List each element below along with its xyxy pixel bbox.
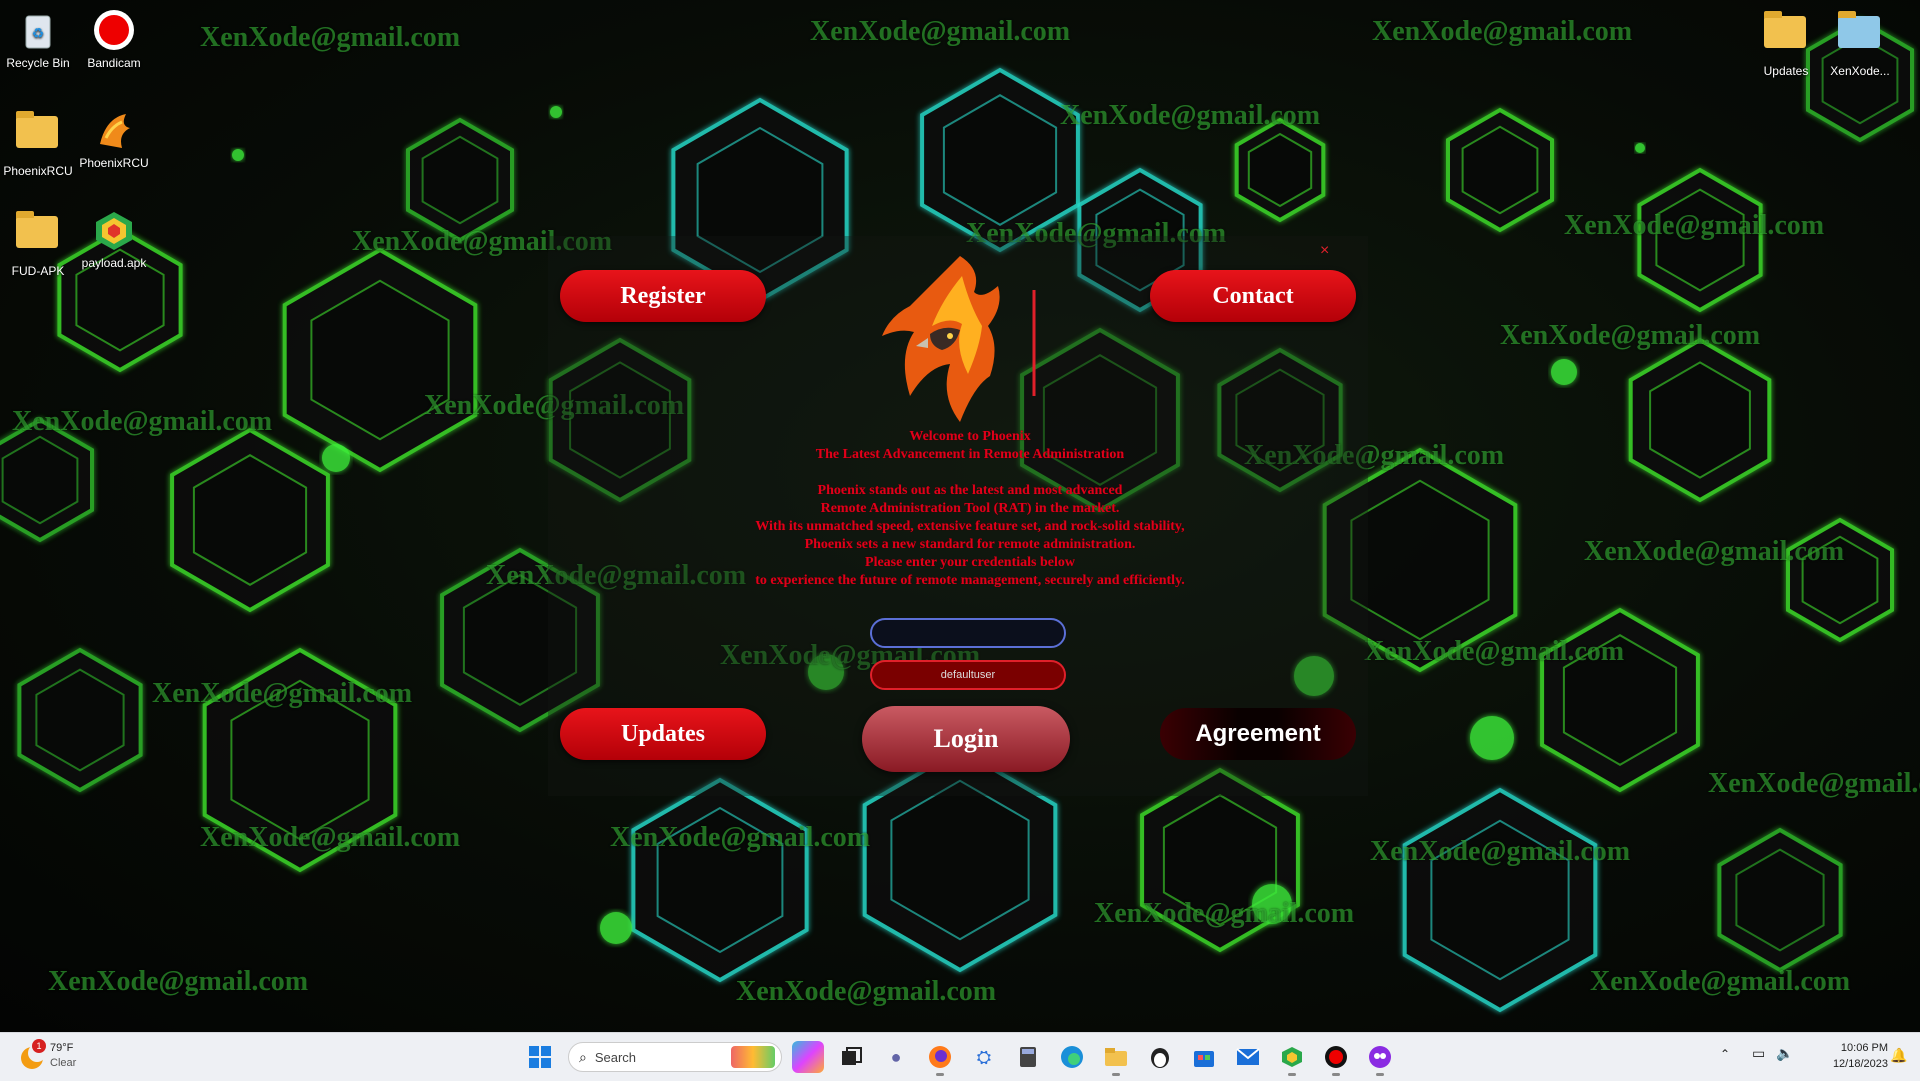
welcome-text: Welcome to Phoenix The Latest Advancemen… <box>690 428 1250 590</box>
show-hidden-icons-chevron-up-icon[interactable]: ⌃ <box>1720 1047 1730 1061</box>
desktop-icon-xenxode-folder[interactable]: XenXode... <box>1822 8 1898 78</box>
search-highlight-icon <box>731 1046 775 1068</box>
clock-date: 12/18/2023 <box>1832 1058 1888 1070</box>
phoenix-icon <box>92 108 136 152</box>
task-view-icon[interactable] <box>836 1041 868 1073</box>
file-explorer-icon[interactable] <box>1100 1041 1132 1076</box>
updates-button[interactable]: Updates <box>560 708 766 760</box>
weather-badge: 1 <box>32 1039 46 1053</box>
penguin-app-icon[interactable] <box>1144 1041 1176 1073</box>
start-button[interactable] <box>524 1041 556 1073</box>
desktop-icon-fud-apk-folder[interactable]: FUD-APK <box>0 208 76 278</box>
bandicam-taskbar-icon[interactable] <box>1320 1041 1352 1076</box>
copilot-icon[interactable] <box>792 1041 824 1073</box>
decorative-orb <box>232 149 244 161</box>
recycle-bin-icon: ♻ <box>16 8 60 52</box>
decorative-orb <box>1635 143 1645 153</box>
bluestacks-icon <box>92 208 136 252</box>
welcome-line: The Latest Advancement in Remote Adminis… <box>815 447 1125 462</box>
taskbar-search[interactable]: ⌕ Search <box>568 1042 782 1072</box>
volume-icon[interactable]: 🔈 <box>1776 1045 1793 1062</box>
desktop-icon-payload-apk[interactable]: payload.apk <box>76 208 152 270</box>
network-icon[interactable]: ▭ <box>1752 1045 1765 1062</box>
edge-icon[interactable] <box>1056 1041 1088 1073</box>
taskbar: 1 79°F Clear ⌕ Search ● ⛭ ⌃ ▭ 🔈 10:06 PM… <box>0 1032 1920 1081</box>
watermark-text: XenXode@gmail.com <box>1372 16 1633 47</box>
pinned-app-icon[interactable]: ⛭ <box>968 1041 1000 1073</box>
watermark-text: XenXode@gmail.com <box>1370 836 1631 867</box>
desktop-icon-phoenixrcu-app[interactable]: PhoenixRCU <box>76 108 152 170</box>
svg-text:♻: ♻ <box>32 25 45 41</box>
watermark-text: XenXode@gmail.com <box>1708 768 1920 799</box>
watermark-text: XenXode@gmail.com <box>1364 636 1625 667</box>
welcome-line: With its unmatched speed, extensive feat… <box>755 519 1185 534</box>
store-icon[interactable] <box>1188 1041 1220 1073</box>
welcome-line: to experience the future of remote manag… <box>755 573 1185 588</box>
weather-temp: 79°F <box>50 1042 74 1054</box>
password-input[interactable]: defaultuser <box>870 660 1066 690</box>
folder-icon <box>1764 11 1808 60</box>
decorative-orb <box>1551 359 1577 385</box>
welcome-line: Welcome to Phoenix <box>909 429 1031 444</box>
clock[interactable]: 10:06 PM 12/18/2023 <box>1808 1040 1888 1072</box>
search-icon: ⌕ <box>579 1048 587 1065</box>
watermark-text: XenXode@gmail.com <box>1584 536 1845 567</box>
desktop-icon-updates-folder[interactable]: Updates <box>1748 8 1824 78</box>
watermark-text: XenXode@gmail.com <box>200 22 461 53</box>
phoenix-logo <box>882 256 1036 422</box>
calculator-icon[interactable] <box>1012 1041 1044 1073</box>
decorative-orb <box>600 912 632 944</box>
folder-icon <box>16 211 60 260</box>
welcome-line: Remote Administration Tool (RAT) in the … <box>820 501 1120 516</box>
folder-icon <box>1838 11 1882 60</box>
welcome-line: Please enter your credentials below <box>865 555 1075 570</box>
search-placeholder: Search <box>594 1049 637 1065</box>
decorative-orb <box>1470 716 1514 760</box>
register-button[interactable]: Register <box>560 270 766 322</box>
watermark-text: XenXode@gmail.com <box>200 822 461 853</box>
phoenix-taskbar-icon[interactable] <box>1364 1041 1396 1076</box>
firefox-icon[interactable] <box>924 1041 956 1076</box>
login-button[interactable]: Login <box>862 706 1070 772</box>
decorative-orb <box>322 444 350 472</box>
watermark-text: XenXode@gmail.com <box>1060 100 1321 131</box>
weather-condition: Clear <box>50 1057 77 1069</box>
weather-widget[interactable]: 1 79°F Clear <box>18 1039 128 1073</box>
agreement-button[interactable]: Agreement <box>1160 708 1356 760</box>
watermark-text: XenXode@gmail.com <box>12 406 273 437</box>
welcome-line <box>690 464 1250 482</box>
decorative-orb <box>550 106 562 118</box>
teams-icon[interactable]: ● <box>880 1041 912 1073</box>
watermark-text: XenXode@gmail.com <box>610 822 871 853</box>
mail-icon[interactable] <box>1232 1041 1264 1073</box>
folder-icon <box>16 111 60 160</box>
watermark-text: XenXode@gmail.com <box>1094 898 1355 929</box>
desktop-icon-phoenixrcu-folder[interactable]: PhoenixRCU <box>0 108 76 178</box>
watermark-text: XenXode@gmail.com <box>810 16 1071 47</box>
welcome-line: Phoenix stands out as the latest and mos… <box>817 483 1123 498</box>
close-icon[interactable]: × <box>1320 242 1329 260</box>
watermark-text: XenXode@gmail.com <box>48 966 309 997</box>
watermark-text: XenXode@gmail.com <box>1590 966 1851 997</box>
notification-bell-icon[interactable]: 🔔 <box>1890 1047 1907 1064</box>
desktop-icon-bandicam[interactable]: Bandicam <box>76 8 152 70</box>
contact-button[interactable]: Contact <box>1150 270 1356 322</box>
username-input[interactable] <box>870 618 1066 648</box>
welcome-line: Phoenix sets a new standard for remote a… <box>804 537 1136 552</box>
desktop: XenXode@gmail.com XenXode@gmail.com XenXod… <box>0 0 1920 1032</box>
bandicam-icon <box>92 8 136 52</box>
desktop-icon-recycle-bin[interactable]: ♻ Recycle Bin <box>0 8 76 70</box>
clock-time: 10:06 PM <box>1840 1042 1888 1054</box>
bluestacks-taskbar-icon[interactable] <box>1276 1041 1308 1076</box>
watermark-text: XenXode@gmail.com <box>1564 210 1825 241</box>
watermark-text: XenXode@gmail.com <box>736 976 997 1007</box>
windows-icon <box>529 1046 551 1068</box>
watermark-text: XenXode@gmail.com <box>152 678 413 709</box>
watermark-text: XenXode@gmail.com <box>1500 320 1761 351</box>
